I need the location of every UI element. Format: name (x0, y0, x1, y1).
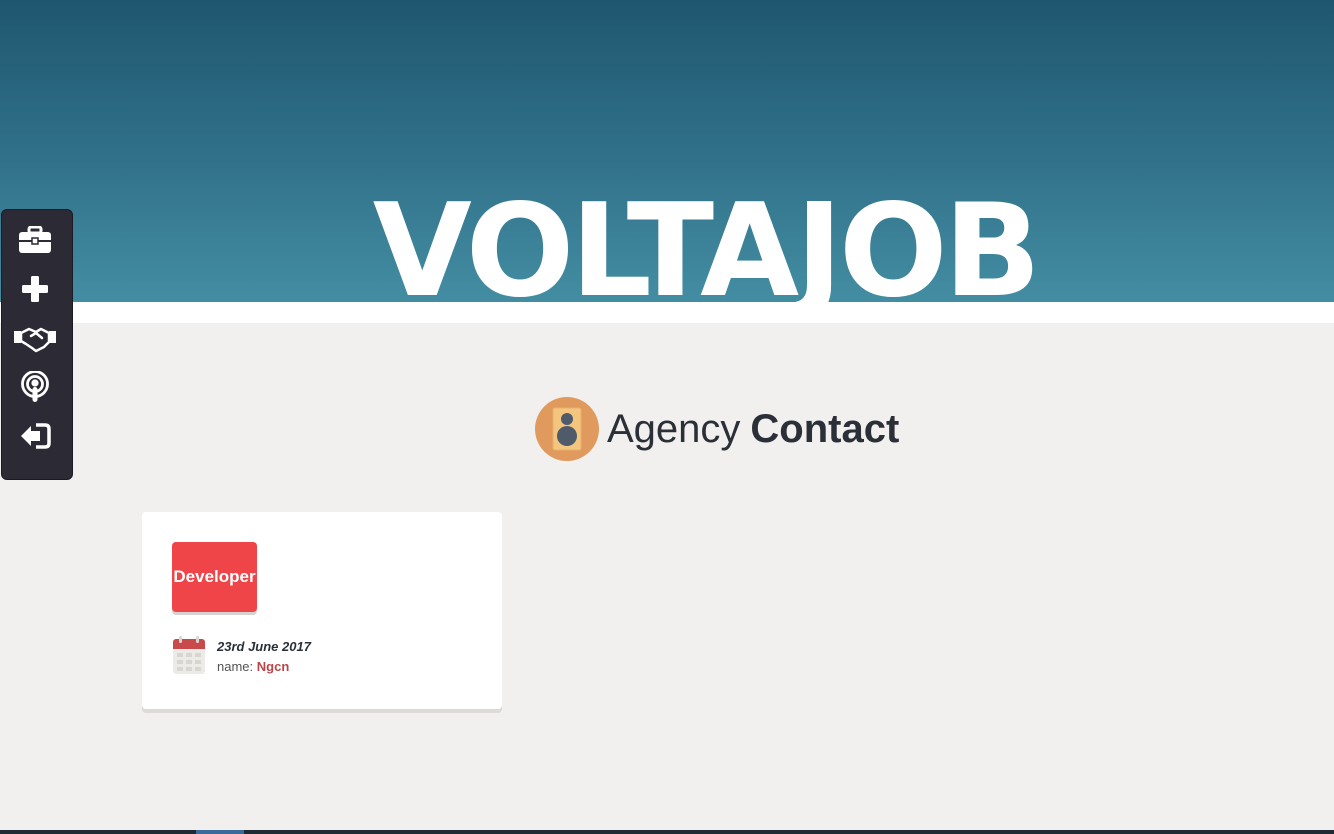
contact-name-row: name: Ngcn (217, 657, 311, 677)
section-title: Agency Contact (607, 407, 899, 452)
sidebar-item-add[interactable] (15, 271, 55, 311)
site-title: VOLTAJOB (372, 177, 1041, 303)
bottom-tab[interactable] (196, 830, 244, 834)
hero-divider (0, 302, 1334, 323)
hero-banner: VOLTAJOB (0, 0, 1334, 302)
calendar-icon (172, 635, 206, 680)
sidebar-nav (1, 209, 73, 480)
sidebar-item-agencies[interactable] (14, 320, 56, 360)
speaker-icon (535, 397, 599, 461)
contact-card[interactable]: Developer 23rd June 2017 name: Ngcn (142, 512, 502, 709)
posted-date: 23rd June 2017 (217, 639, 311, 654)
section-heading: Agency Contact (535, 396, 899, 462)
section-title-bold: Contact (750, 406, 900, 451)
podcast-icon (20, 369, 50, 408)
sidebar-item-broadcast[interactable] (15, 369, 55, 409)
contact-name-link[interactable]: Ngcn (257, 659, 290, 674)
card-meta: 23rd June 2017 name: Ngcn (217, 637, 311, 677)
bottom-bar (0, 830, 1334, 834)
sign-out-icon (19, 422, 51, 455)
section-title-light: Agency (607, 406, 741, 451)
contact-name-label: name: (217, 659, 254, 674)
briefcase-icon (18, 225, 52, 259)
job-badge[interactable]: Developer (172, 542, 257, 612)
plus-icon (21, 275, 49, 308)
handshake-icon (14, 323, 56, 358)
sidebar-item-jobs[interactable] (15, 222, 55, 262)
sidebar-item-logout[interactable] (15, 418, 55, 458)
